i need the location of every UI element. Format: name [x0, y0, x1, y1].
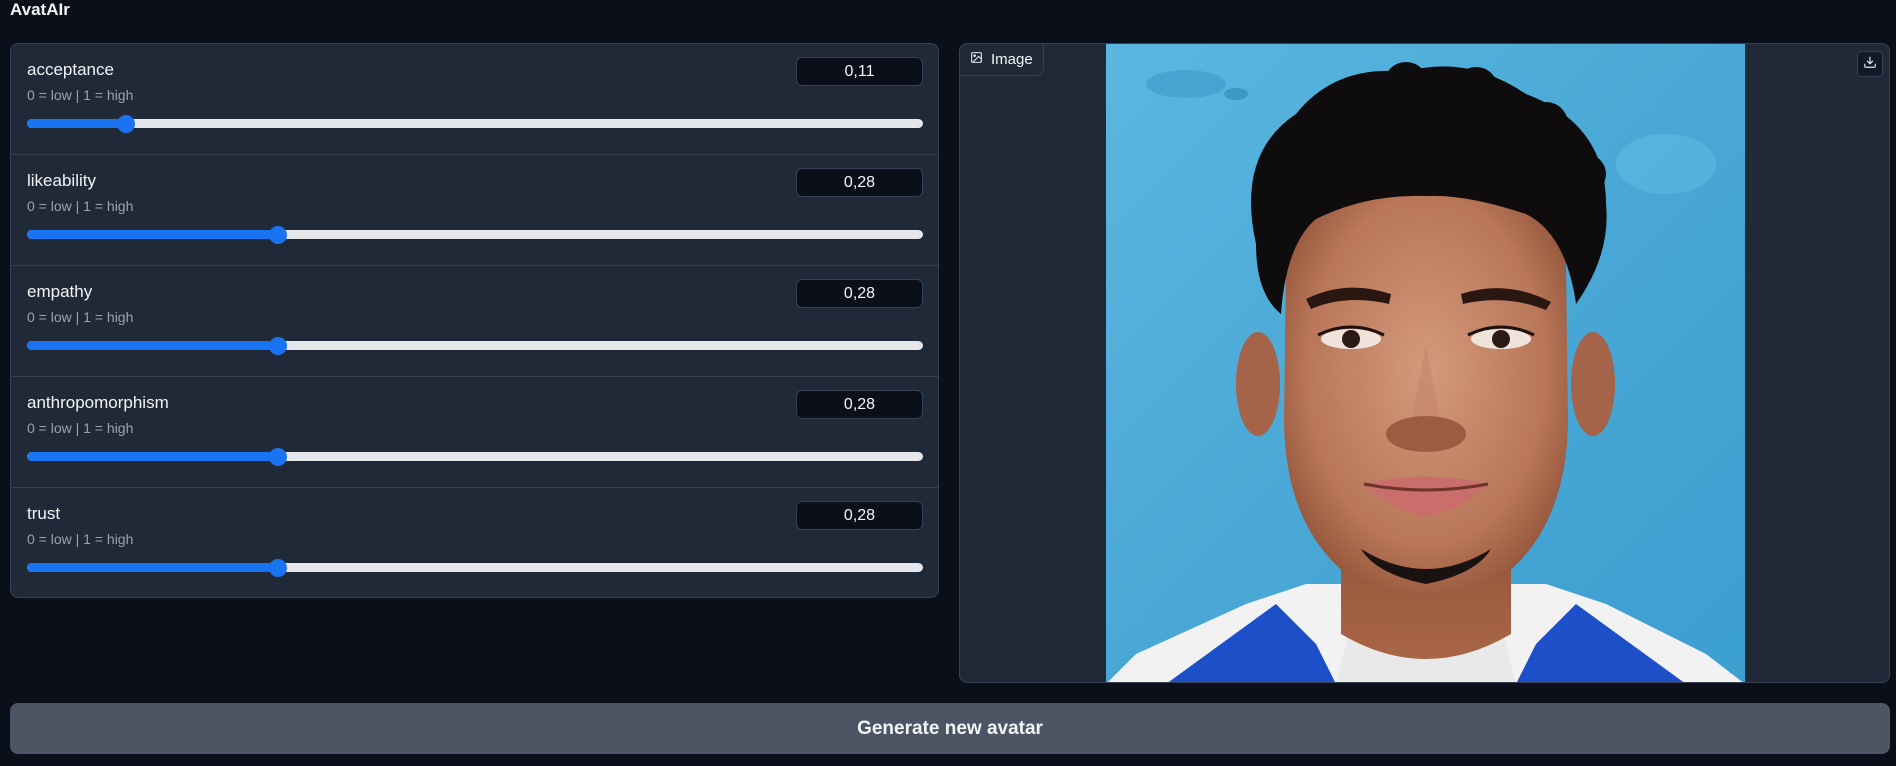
slider-value-input[interactable]: 0,28 — [796, 501, 923, 530]
slider-thumb[interactable] — [268, 336, 287, 355]
slider-likeability: likeability 0 = low | 1 = high 0,28 — [11, 155, 938, 266]
slider-info: 0 = low | 1 = high — [27, 531, 134, 547]
generate-avatar-button[interactable]: Generate new avatar — [10, 703, 1890, 754]
slider-label: trust — [27, 504, 61, 523]
slider-empathy: empathy 0 = low | 1 = high 0,28 — [11, 266, 938, 377]
image-icon — [970, 51, 983, 68]
slider-thumb[interactable] — [268, 558, 287, 577]
slider-fill — [27, 230, 278, 239]
image-output-panel: Image — [959, 43, 1890, 683]
slider-track[interactable] — [27, 336, 923, 355]
slider-info: 0 = low | 1 = high — [27, 198, 134, 214]
slider-thumb[interactable] — [116, 114, 135, 133]
slider-track[interactable] — [27, 447, 923, 466]
slider-track[interactable] — [27, 558, 923, 577]
app-title: AvatAIr — [10, 0, 70, 19]
slider-info: 0 = low | 1 = high — [27, 420, 134, 436]
slider-label: anthropomorphism — [27, 393, 169, 412]
slider-fill — [27, 452, 278, 461]
slider-value-input[interactable]: 0,28 — [796, 168, 923, 197]
slider-info: 0 = low | 1 = high — [27, 87, 134, 103]
slider-thumb[interactable] — [268, 225, 287, 244]
slider-value-input[interactable]: 0,28 — [796, 279, 923, 308]
sliders-panel: acceptance 0 = low | 1 = high 0,11 likea… — [10, 43, 939, 598]
slider-fill — [27, 563, 278, 572]
slider-value-input[interactable]: 0,11 — [796, 57, 923, 86]
slider-fill — [27, 119, 126, 128]
slider-thumb[interactable] — [268, 447, 287, 466]
image-label-tab: Image — [960, 44, 1044, 76]
avatar-image — [1106, 44, 1745, 682]
slider-label: empathy — [27, 282, 93, 301]
slider-label: likeability — [27, 171, 96, 190]
slider-value-input[interactable]: 0,28 — [796, 390, 923, 419]
slider-info: 0 = low | 1 = high — [27, 309, 134, 325]
download-button[interactable] — [1857, 51, 1883, 77]
slider-acceptance: acceptance 0 = low | 1 = high 0,11 — [11, 44, 938, 155]
slider-track[interactable] — [27, 225, 923, 244]
download-icon — [1863, 55, 1877, 74]
slider-fill — [27, 341, 278, 350]
slider-track[interactable] — [27, 114, 923, 133]
slider-anthropomorphism: anthropomorphism 0 = low | 1 = high 0,28 — [11, 377, 938, 488]
slider-label: acceptance — [27, 60, 114, 79]
image-tab-label: Image — [991, 51, 1033, 68]
slider-trust: trust 0 = low | 1 = high 0,28 — [11, 488, 938, 597]
